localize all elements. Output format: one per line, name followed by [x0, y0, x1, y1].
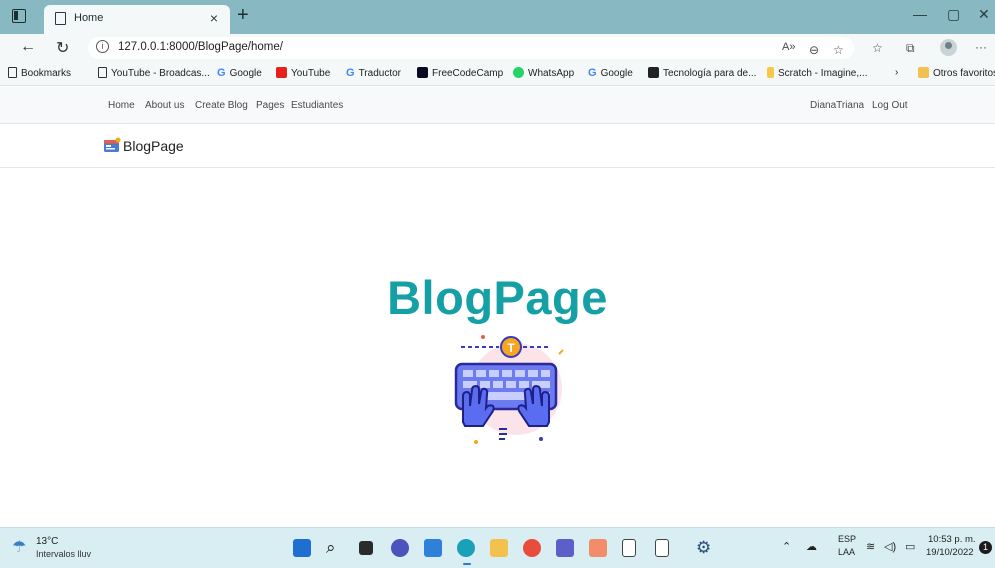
info-icon[interactable]: i [96, 40, 109, 53]
tab-title: Home [74, 12, 104, 24]
bookmark-item[interactable]: YouTube - Broadcas... [98, 67, 210, 79]
bookmark-item[interactable]: Tecnología para de... [648, 67, 756, 79]
url-text[interactable]: 127.0.0.1:8000/BlogPage/home/ [118, 41, 283, 53]
file-explorer-icon[interactable] [490, 539, 508, 557]
bookmark-item[interactable]: WhatsApp [513, 67, 574, 79]
page-icon [8, 67, 17, 78]
weather-description[interactable]: Intervalos lluv [36, 549, 91, 559]
refresh-icon[interactable]: ↻ [56, 38, 69, 58]
m-icon [648, 67, 659, 78]
google-icon: G [217, 67, 226, 79]
back-icon[interactable]: ← [20, 38, 36, 56]
blog-logo-icon[interactable] [103, 137, 121, 153]
vscode-icon[interactable] [424, 539, 442, 557]
page-icon [98, 67, 107, 78]
brand-bar: BlogPage [0, 124, 995, 168]
nav-logout-link[interactable]: Log Out [872, 100, 908, 111]
page-icon [55, 12, 66, 25]
cloud-icon[interactable]: ☁ [806, 540, 817, 553]
windows-taskbar: ☂ 13°C Intervalos lluv ⌕ ⚙ ⌃ ☁ ESP LAA ≋… [0, 527, 995, 568]
settings-gear-icon[interactable]: ⚙ [696, 539, 714, 557]
app-icon[interactable] [589, 539, 607, 557]
restore-button[interactable]: ▢ [947, 6, 960, 23]
clock-time[interactable]: 10:53 p. m. [928, 534, 976, 545]
collections-icon[interactable]: ⧉ [906, 41, 915, 56]
nav-pages-link[interactable]: Pages [256, 100, 284, 111]
chrome-icon[interactable] [523, 539, 541, 557]
battery-icon[interactable]: ▭ [905, 540, 915, 553]
google-icon: G [346, 67, 355, 79]
windows-start-icon[interactable] [293, 539, 311, 557]
whatsapp-icon [513, 67, 524, 78]
bookmarks-bar: Bookmarks YouTube - Broadcas... G Google … [0, 62, 995, 86]
keyboard-layout-indicator[interactable]: LAA [838, 547, 855, 557]
add-favorite-icon[interactable]: ☆ [833, 43, 844, 57]
tab-actions-icon[interactable] [12, 9, 26, 23]
brand-name[interactable]: BlogPage [123, 138, 184, 154]
chat-icon[interactable] [391, 539, 409, 557]
volume-icon[interactable]: ◁) [884, 540, 896, 553]
scratch-icon [767, 67, 774, 78]
document-icon[interactable] [622, 539, 636, 557]
tab-home[interactable]: Home × [44, 5, 230, 34]
bookmark-item[interactable]: Scratch - Imagine,... [767, 67, 867, 79]
read-aloud-icon[interactable]: A» [782, 41, 795, 53]
nav-user-link[interactable]: DianaTriana [810, 100, 864, 111]
browser-tab-bar: Home × + — ▢ ✕ [0, 0, 995, 34]
web-page: Home About us Create Blog Pages Estudian… [0, 87, 995, 527]
svg-text:T: T [507, 341, 515, 355]
google-icon: G [588, 67, 597, 79]
active-app-indicator [463, 563, 471, 565]
address-bar-row: ← ↻ i 127.0.0.1:8000/BlogPage/home/ A» ⊖… [0, 34, 995, 62]
bookmark-folder-other[interactable]: Otros favoritos [918, 67, 995, 79]
more-menu-icon[interactable]: ··· [975, 40, 987, 54]
clock-date[interactable]: 19/10/2022 [926, 547, 974, 558]
profile-avatar[interactable] [940, 39, 957, 56]
folder-icon [918, 67, 929, 78]
wifi-icon[interactable]: ≋ [866, 540, 875, 553]
nav-home-link[interactable]: Home [108, 100, 135, 111]
language-indicator[interactable]: ESP [838, 534, 856, 544]
youtube-icon [276, 67, 287, 78]
bookmarks-overflow-icon[interactable]: › [895, 67, 898, 78]
umbrella-weather-icon[interactable]: ☂ [12, 537, 26, 557]
bookmark-item[interactable]: YouTube [276, 67, 330, 79]
nav-create-blog-link[interactable]: Create Blog [195, 100, 248, 111]
bookmark-item[interactable]: G Google [588, 67, 633, 79]
bookmark-item[interactable]: G Traductor [346, 67, 401, 79]
typing-keyboard-illustration: T [454, 335, 564, 444]
search-icon[interactable]: ⌕ [326, 539, 344, 557]
bookmark-item[interactable]: FreeCodeCamp [417, 67, 503, 79]
teams-icon[interactable] [556, 539, 574, 557]
show-hidden-icons-icon[interactable]: ⌃ [782, 540, 791, 553]
url-field[interactable]: i 127.0.0.1:8000/BlogPage/home/ A» ⊖ ☆ [88, 37, 854, 59]
notification-badge[interactable]: 1 [979, 541, 992, 554]
weather-temperature[interactable]: 13°C [36, 536, 58, 547]
bookmark-item[interactable]: Bookmarks [8, 67, 71, 79]
freecodecamp-icon [417, 67, 428, 78]
zoom-icon[interactable]: ⊖ [809, 43, 819, 57]
nav-students-link[interactable]: Estudiantes [291, 100, 343, 111]
bookmark-item[interactable]: G Google [217, 67, 262, 79]
nav-about-link[interactable]: About us [145, 100, 184, 111]
minimize-button[interactable]: — [913, 6, 927, 22]
task-view-icon[interactable] [359, 541, 373, 555]
new-tab-button[interactable]: + [237, 4, 249, 26]
hero-title: BlogPage [387, 271, 608, 324]
close-window-button[interactable]: ✕ [978, 6, 990, 23]
edge-icon[interactable] [457, 539, 475, 557]
favorites-icon[interactable]: ☆ [872, 41, 883, 55]
close-tab-icon[interactable]: × [210, 10, 218, 26]
site-navbar: Home About us Create Blog Pages Estudian… [0, 87, 995, 124]
document-icon[interactable] [655, 539, 669, 557]
